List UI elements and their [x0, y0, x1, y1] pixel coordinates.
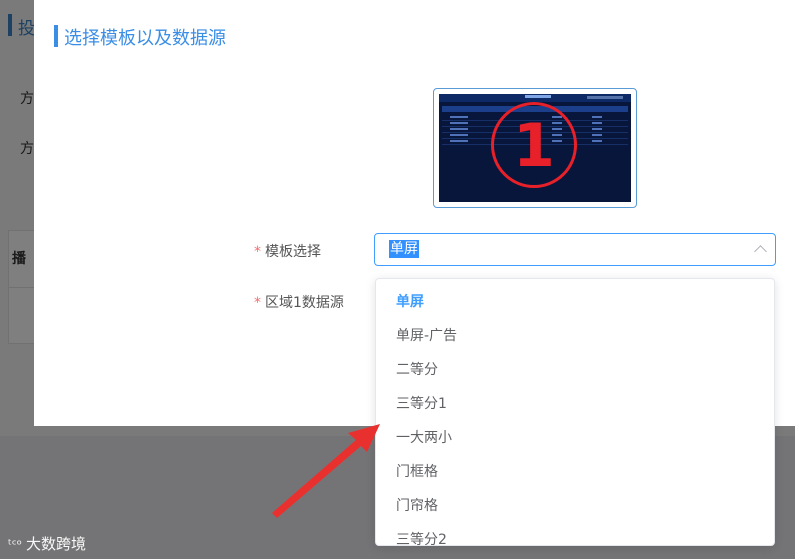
template-select-label: * 模板选择 — [254, 244, 321, 260]
dropdown-option[interactable]: 单屏-广告 — [396, 327, 457, 345]
dropdown-option[interactable]: 二等分 — [396, 361, 438, 379]
dropdown-option[interactable]: 一大两小 — [396, 429, 452, 447]
template-select-value: 单屏 — [389, 240, 419, 258]
watermark: ᵗᶜᵒ 大数跨境 — [8, 533, 86, 554]
dropdown-option[interactable]: 单屏 — [396, 293, 424, 311]
region-datasource-label: * 区域1数据源 — [254, 295, 344, 311]
template-dropdown: 单屏 单屏-广告 二等分 三等分1 一大两小 门框格 门帘格 三等分2 — [375, 278, 775, 546]
template-preview-image: 1 — [439, 94, 631, 202]
watermark-logo: ᵗᶜᵒ — [8, 538, 23, 553]
dropdown-option[interactable]: 门帘格 — [396, 497, 438, 515]
watermark-text: 大数跨境 — [26, 535, 87, 553]
dialog-title-accent — [54, 25, 58, 47]
preview-number: 1 — [513, 111, 555, 181]
template-preview: 1 — [433, 88, 637, 208]
chevron-up-icon[interactable] — [754, 245, 767, 258]
required-mark: * — [254, 244, 261, 260]
template-select[interactable]: 单屏 — [374, 233, 776, 266]
dropdown-option[interactable]: 门框格 — [396, 463, 438, 481]
dropdown-option[interactable]: 三等分2 — [396, 531, 447, 545]
required-mark: * — [254, 295, 261, 311]
dialog-title: 选择模板以及数据源 — [64, 28, 226, 49]
dropdown-option[interactable]: 三等分1 — [396, 395, 447, 413]
